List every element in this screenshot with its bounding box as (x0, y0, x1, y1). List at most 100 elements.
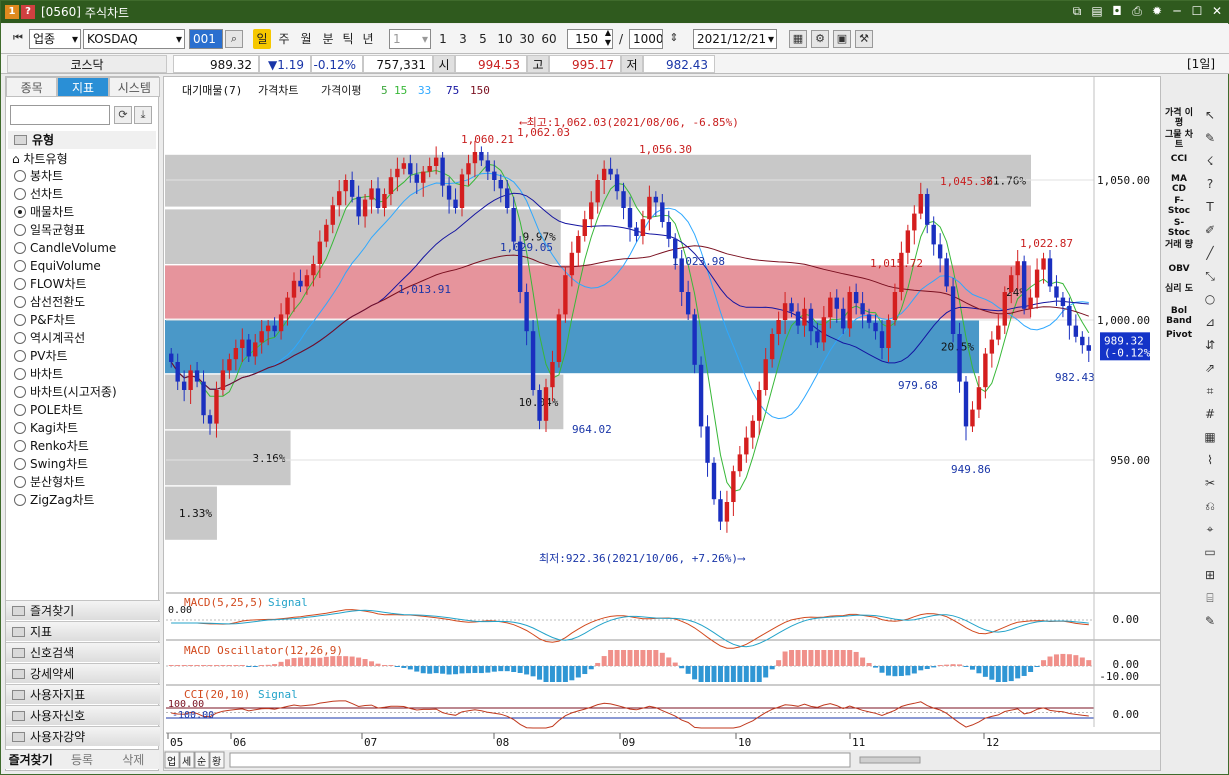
drawing-tool-icon[interactable]: ▦ (1200, 428, 1220, 446)
radio-icon[interactable] (14, 404, 26, 416)
spin-arrows-icon[interactable]: ⇕ (665, 30, 683, 48)
close-icon[interactable]: ✕ (1210, 4, 1224, 18)
menu-badge[interactable]: 1 (5, 5, 19, 19)
camera-icon[interactable]: ◘ (1110, 4, 1124, 18)
download-icon[interactable]: ⤓ (134, 106, 152, 124)
drawing-tool-icon[interactable]: ⊿ (1200, 313, 1220, 331)
radio-icon[interactable] (14, 458, 26, 470)
chart-type-item[interactable]: 바차트 (14, 365, 63, 383)
radio-icon[interactable] (14, 206, 26, 218)
chart-type-item[interactable]: 바차트(시고저종) (14, 383, 117, 401)
save-icon[interactable]: ▤ (1090, 4, 1104, 18)
folder-item[interactable]: 즐겨찾기 (6, 600, 160, 620)
chart-type-item[interactable]: POLE차트 (14, 401, 83, 419)
chart-type-item[interactable]: 봉차트 (14, 167, 63, 185)
register-button[interactable]: 등록 (56, 750, 107, 769)
indicator-search-input[interactable] (10, 105, 110, 125)
delete-button[interactable]: 삭제 (108, 750, 159, 769)
chart-type-item[interactable]: 선차트 (14, 185, 63, 203)
folder-item[interactable]: 신호검색 (6, 642, 160, 662)
folder-item[interactable]: 지표 (6, 621, 160, 641)
drawing-tool-icon[interactable]: ⤡ (1200, 267, 1220, 285)
drawing-tool-icon[interactable]: ╱ (1200, 244, 1220, 262)
help-badge[interactable]: ? (21, 5, 35, 19)
indicator-shortcut[interactable]: MA CD (1164, 174, 1194, 194)
total-field[interactable]: 1000 (629, 29, 663, 49)
indicator-shortcut[interactable]: Bol Band (1164, 306, 1194, 326)
drawing-tool-icon[interactable]: ⇗ (1200, 359, 1220, 377)
indicator-shortcut[interactable]: 그물 차트 (1164, 130, 1194, 150)
drawing-tool-icon[interactable]: ⇵ (1200, 336, 1220, 354)
chart-type-group[interactable]: ⌂ 차트유형 (12, 150, 68, 168)
code-field[interactable]: 001 (189, 29, 223, 49)
favorites-tab[interactable]: 즐겨찾기 (5, 750, 56, 769)
settings-icon[interactable]: ✹ (1150, 4, 1164, 18)
radio-icon[interactable] (14, 260, 26, 272)
chart-type-item[interactable]: 분산형차트 (14, 473, 85, 491)
indicator-shortcut[interactable]: F-Stoc (1164, 196, 1194, 216)
gear-icon[interactable]: ⚙ (811, 30, 829, 48)
symbol-select[interactable]: KOSDAQ ▾ (83, 29, 185, 49)
indicator-shortcut[interactable]: CCI (1164, 154, 1194, 164)
folder-item[interactable]: 사용자지표 (6, 684, 160, 704)
tab-indicators[interactable]: 지표 (57, 77, 109, 97)
category-select[interactable]: 업종 ▾ (29, 29, 81, 49)
radio-icon[interactable] (14, 170, 26, 182)
indicator-shortcut[interactable]: S-Stoc (1164, 218, 1194, 238)
drawing-tool-icon[interactable]: ☇ (1200, 152, 1220, 170)
disk-icon[interactable]: ▣ (833, 30, 851, 48)
chart-area[interactable]: 1.33%3.16%10.04%20.5%24%9.97%21.76% 1,06… (163, 76, 1161, 771)
chart-type-item[interactable]: PV차트 (14, 347, 68, 365)
indicator-shortcut[interactable]: OBV (1164, 264, 1194, 274)
radio-icon[interactable] (14, 278, 26, 290)
folder-item[interactable]: 사용자신호 (6, 705, 160, 725)
drawing-tool-icon[interactable]: ↖ (1200, 106, 1220, 124)
radio-icon[interactable] (14, 350, 26, 362)
interval-10[interactable]: 10 (495, 29, 515, 49)
radio-icon[interactable] (14, 188, 26, 200)
drawing-tool-icon[interactable]: ○ (1200, 290, 1220, 308)
interval-1[interactable]: 1 (435, 29, 451, 49)
chart-type-item[interactable]: Renko차트 (14, 437, 89, 455)
indicator-shortcut[interactable]: 가격 이평 (1164, 108, 1194, 128)
maximize-icon[interactable]: ☐ (1190, 4, 1204, 18)
interval-3[interactable]: 3 (455, 29, 471, 49)
minimize-icon[interactable]: ─ (1170, 4, 1184, 18)
drawing-tool-icon[interactable]: ✂ (1200, 474, 1220, 492)
drawing-tool-icon[interactable]: # (1200, 405, 1220, 423)
count-stepper[interactable]: 150 ▲ ▼ (567, 29, 613, 49)
drawing-tool-icon[interactable]: ✐ (1200, 221, 1220, 239)
drawing-tool-icon[interactable]: ⊞ (1200, 566, 1220, 584)
tools-icon[interactable]: ⚒ (855, 30, 873, 48)
tab-stocks[interactable]: 종목 (6, 77, 58, 97)
folder-item[interactable]: 강세약세 (6, 663, 160, 683)
chart-type-item[interactable]: Kagi차트 (14, 419, 78, 437)
radio-icon[interactable] (14, 368, 26, 380)
chart-type-item[interactable]: 역시계곡선 (14, 329, 85, 347)
chart-type-item[interactable]: Swing차트 (14, 455, 88, 473)
folder-item[interactable]: 사용자강약 (6, 726, 160, 746)
type-header[interactable]: 유형 (8, 131, 156, 149)
drawing-tool-icon[interactable]: T (1200, 198, 1220, 216)
period-week[interactable]: 주 (275, 29, 293, 49)
interval-5[interactable]: 5 (475, 29, 491, 49)
chart-canvas[interactable]: 1.33%3.16%10.04%20.5%24%9.97%21.76% 1,06… (164, 77, 1162, 772)
chart-type-item[interactable]: CandleVolume (14, 239, 116, 257)
chart-type-item[interactable]: P&F차트 (14, 311, 76, 329)
tab-system[interactable]: 시스템 (108, 77, 160, 97)
chart-icon[interactable]: ▦ (789, 30, 807, 48)
radio-icon[interactable] (14, 494, 26, 506)
chart-type-item[interactable]: 일목균형표 (14, 221, 85, 239)
drawing-tool-icon[interactable]: ⌸ (1200, 589, 1220, 607)
period-minute[interactable]: 분 (319, 29, 337, 49)
radio-icon[interactable] (14, 296, 26, 308)
drawing-tool-icon[interactable]: ⌖ (1200, 520, 1220, 538)
radio-icon[interactable] (14, 440, 26, 452)
interval-60[interactable]: 60 (539, 29, 559, 49)
interval-30[interactable]: 30 (517, 29, 537, 49)
radio-icon[interactable] (14, 314, 26, 326)
drawing-tool-icon[interactable]: ⎌ (1200, 497, 1220, 515)
radio-icon[interactable] (14, 242, 26, 254)
search-icon[interactable]: ⌕ (225, 30, 243, 48)
radio-icon[interactable] (14, 386, 26, 398)
